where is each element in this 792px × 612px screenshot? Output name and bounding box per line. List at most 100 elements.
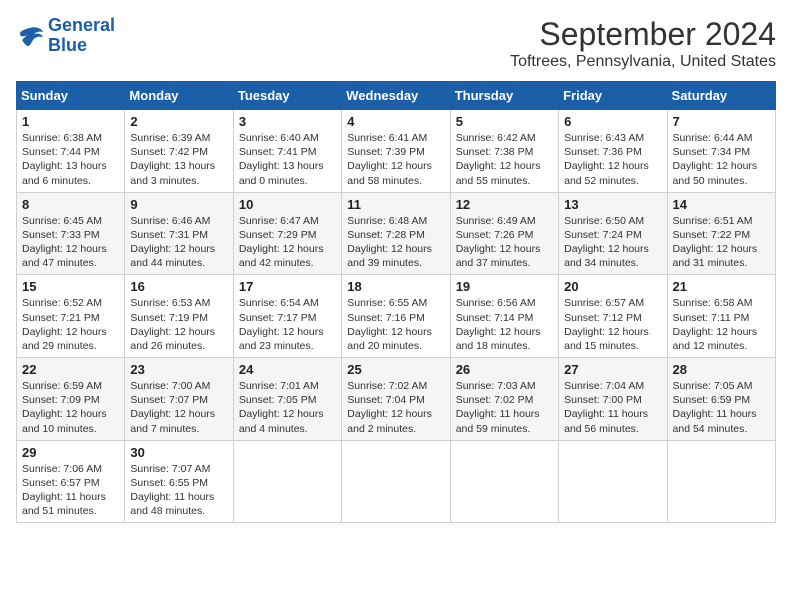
table-row: 1 Sunrise: 6:38 AMSunset: 7:44 PMDayligh… bbox=[17, 110, 125, 193]
location: Toftrees, Pennsylvania, United States bbox=[510, 53, 776, 71]
day-detail: Sunrise: 6:45 AMSunset: 7:33 PMDaylight:… bbox=[22, 214, 119, 271]
day-number: 12 bbox=[456, 197, 553, 212]
day-number: 3 bbox=[239, 114, 336, 129]
table-row: 30 Sunrise: 7:07 AMSunset: 6:55 PMDaylig… bbox=[125, 440, 233, 523]
day-number: 17 bbox=[239, 279, 336, 294]
day-detail: Sunrise: 6:41 AMSunset: 7:39 PMDaylight:… bbox=[347, 131, 444, 188]
calendar-table: Sunday Monday Tuesday Wednesday Thursday… bbox=[16, 81, 776, 523]
table-row: 5 Sunrise: 6:42 AMSunset: 7:38 PMDayligh… bbox=[450, 110, 558, 193]
day-detail: Sunrise: 6:46 AMSunset: 7:31 PMDaylight:… bbox=[130, 214, 227, 271]
table-row: 22 Sunrise: 6:59 AMSunset: 7:09 PMDaylig… bbox=[17, 358, 125, 441]
table-row: 19 Sunrise: 6:56 AMSunset: 7:14 PMDaylig… bbox=[450, 275, 558, 358]
weekday-header-row: Sunday Monday Tuesday Wednesday Thursday… bbox=[17, 82, 776, 110]
day-number: 20 bbox=[564, 279, 661, 294]
day-number: 1 bbox=[22, 114, 119, 129]
day-number: 23 bbox=[130, 362, 227, 377]
day-number: 26 bbox=[456, 362, 553, 377]
table-row: 18 Sunrise: 6:55 AMSunset: 7:16 PMDaylig… bbox=[342, 275, 450, 358]
day-detail: Sunrise: 7:06 AMSunset: 6:57 PMDaylight:… bbox=[22, 462, 119, 519]
table-row: 25 Sunrise: 7:02 AMSunset: 7:04 PMDaylig… bbox=[342, 358, 450, 441]
day-detail: Sunrise: 6:50 AMSunset: 7:24 PMDaylight:… bbox=[564, 214, 661, 271]
day-number: 13 bbox=[564, 197, 661, 212]
table-row: 13 Sunrise: 6:50 AMSunset: 7:24 PMDaylig… bbox=[559, 192, 667, 275]
day-detail: Sunrise: 6:53 AMSunset: 7:19 PMDaylight:… bbox=[130, 296, 227, 353]
day-detail: Sunrise: 6:39 AMSunset: 7:42 PMDaylight:… bbox=[130, 131, 227, 188]
day-detail: Sunrise: 6:47 AMSunset: 7:29 PMDaylight:… bbox=[239, 214, 336, 271]
day-number: 22 bbox=[22, 362, 119, 377]
day-detail: Sunrise: 6:56 AMSunset: 7:14 PMDaylight:… bbox=[456, 296, 553, 353]
table-row bbox=[233, 440, 341, 523]
table-row: 26 Sunrise: 7:03 AMSunset: 7:02 PMDaylig… bbox=[450, 358, 558, 441]
day-detail: Sunrise: 6:52 AMSunset: 7:21 PMDaylight:… bbox=[22, 296, 119, 353]
day-detail: Sunrise: 6:51 AMSunset: 7:22 PMDaylight:… bbox=[673, 214, 770, 271]
calendar-row: 1 Sunrise: 6:38 AMSunset: 7:44 PMDayligh… bbox=[17, 110, 776, 193]
table-row: 4 Sunrise: 6:41 AMSunset: 7:39 PMDayligh… bbox=[342, 110, 450, 193]
month-title: September 2024 bbox=[510, 16, 776, 53]
day-number: 24 bbox=[239, 362, 336, 377]
day-detail: Sunrise: 7:00 AMSunset: 7:07 PMDaylight:… bbox=[130, 379, 227, 436]
day-number: 6 bbox=[564, 114, 661, 129]
day-number: 21 bbox=[673, 279, 770, 294]
day-number: 15 bbox=[22, 279, 119, 294]
day-detail: Sunrise: 6:54 AMSunset: 7:17 PMDaylight:… bbox=[239, 296, 336, 353]
day-detail: Sunrise: 6:58 AMSunset: 7:11 PMDaylight:… bbox=[673, 296, 770, 353]
day-detail: Sunrise: 6:57 AMSunset: 7:12 PMDaylight:… bbox=[564, 296, 661, 353]
logo-text: General Blue bbox=[48, 16, 115, 56]
table-row: 17 Sunrise: 6:54 AMSunset: 7:17 PMDaylig… bbox=[233, 275, 341, 358]
day-number: 30 bbox=[130, 445, 227, 460]
table-row bbox=[450, 440, 558, 523]
day-number: 28 bbox=[673, 362, 770, 377]
table-row: 8 Sunrise: 6:45 AMSunset: 7:33 PMDayligh… bbox=[17, 192, 125, 275]
table-row: 24 Sunrise: 7:01 AMSunset: 7:05 PMDaylig… bbox=[233, 358, 341, 441]
table-row: 23 Sunrise: 7:00 AMSunset: 7:07 PMDaylig… bbox=[125, 358, 233, 441]
table-row bbox=[559, 440, 667, 523]
header-monday: Monday bbox=[125, 82, 233, 110]
day-number: 9 bbox=[130, 197, 227, 212]
calendar-row: 29 Sunrise: 7:06 AMSunset: 6:57 PMDaylig… bbox=[17, 440, 776, 523]
header-sunday: Sunday bbox=[17, 82, 125, 110]
calendar-row: 15 Sunrise: 6:52 AMSunset: 7:21 PMDaylig… bbox=[17, 275, 776, 358]
day-detail: Sunrise: 6:48 AMSunset: 7:28 PMDaylight:… bbox=[347, 214, 444, 271]
day-number: 11 bbox=[347, 197, 444, 212]
day-number: 16 bbox=[130, 279, 227, 294]
day-detail: Sunrise: 7:01 AMSunset: 7:05 PMDaylight:… bbox=[239, 379, 336, 436]
day-detail: Sunrise: 7:04 AMSunset: 7:00 PMDaylight:… bbox=[564, 379, 661, 436]
logo: General Blue bbox=[16, 16, 115, 56]
table-row: 21 Sunrise: 6:58 AMSunset: 7:11 PMDaylig… bbox=[667, 275, 775, 358]
day-detail: Sunrise: 6:49 AMSunset: 7:26 PMDaylight:… bbox=[456, 214, 553, 271]
table-row: 7 Sunrise: 6:44 AMSunset: 7:34 PMDayligh… bbox=[667, 110, 775, 193]
table-row: 6 Sunrise: 6:43 AMSunset: 7:36 PMDayligh… bbox=[559, 110, 667, 193]
header-saturday: Saturday bbox=[667, 82, 775, 110]
day-detail: Sunrise: 7:07 AMSunset: 6:55 PMDaylight:… bbox=[130, 462, 227, 519]
table-row bbox=[667, 440, 775, 523]
calendar-row: 8 Sunrise: 6:45 AMSunset: 7:33 PMDayligh… bbox=[17, 192, 776, 275]
day-number: 25 bbox=[347, 362, 444, 377]
table-row: 10 Sunrise: 6:47 AMSunset: 7:29 PMDaylig… bbox=[233, 192, 341, 275]
day-number: 7 bbox=[673, 114, 770, 129]
table-row: 28 Sunrise: 7:05 AMSunset: 6:59 PMDaylig… bbox=[667, 358, 775, 441]
table-row: 29 Sunrise: 7:06 AMSunset: 6:57 PMDaylig… bbox=[17, 440, 125, 523]
day-number: 8 bbox=[22, 197, 119, 212]
day-detail: Sunrise: 6:42 AMSunset: 7:38 PMDaylight:… bbox=[456, 131, 553, 188]
day-number: 19 bbox=[456, 279, 553, 294]
day-detail: Sunrise: 6:55 AMSunset: 7:16 PMDaylight:… bbox=[347, 296, 444, 353]
title-block: September 2024 Toftrees, Pennsylvania, U… bbox=[510, 16, 776, 71]
day-number: 5 bbox=[456, 114, 553, 129]
day-detail: Sunrise: 6:44 AMSunset: 7:34 PMDaylight:… bbox=[673, 131, 770, 188]
page-header: General Blue September 2024 Toftrees, Pe… bbox=[16, 16, 776, 71]
table-row: 27 Sunrise: 7:04 AMSunset: 7:00 PMDaylig… bbox=[559, 358, 667, 441]
day-detail: Sunrise: 7:03 AMSunset: 7:02 PMDaylight:… bbox=[456, 379, 553, 436]
table-row: 14 Sunrise: 6:51 AMSunset: 7:22 PMDaylig… bbox=[667, 192, 775, 275]
day-number: 27 bbox=[564, 362, 661, 377]
header-wednesday: Wednesday bbox=[342, 82, 450, 110]
calendar-row: 22 Sunrise: 6:59 AMSunset: 7:09 PMDaylig… bbox=[17, 358, 776, 441]
day-number: 29 bbox=[22, 445, 119, 460]
table-row: 9 Sunrise: 6:46 AMSunset: 7:31 PMDayligh… bbox=[125, 192, 233, 275]
table-row: 11 Sunrise: 6:48 AMSunset: 7:28 PMDaylig… bbox=[342, 192, 450, 275]
table-row: 2 Sunrise: 6:39 AMSunset: 7:42 PMDayligh… bbox=[125, 110, 233, 193]
day-detail: Sunrise: 6:59 AMSunset: 7:09 PMDaylight:… bbox=[22, 379, 119, 436]
day-detail: Sunrise: 6:40 AMSunset: 7:41 PMDaylight:… bbox=[239, 131, 336, 188]
table-row bbox=[342, 440, 450, 523]
day-number: 4 bbox=[347, 114, 444, 129]
table-row: 15 Sunrise: 6:52 AMSunset: 7:21 PMDaylig… bbox=[17, 275, 125, 358]
